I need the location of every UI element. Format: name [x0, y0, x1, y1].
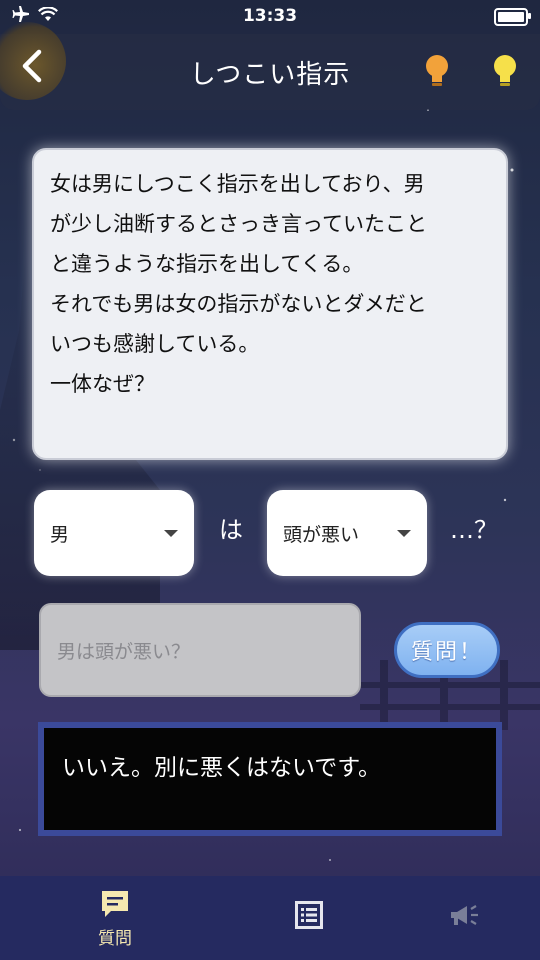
header: しつこい指示 [0, 22, 540, 110]
battery-icon [494, 8, 531, 26]
question-line: 女は男にしつこく指示を出しており、男 [50, 172, 425, 196]
dropdown-arrow-icon [397, 529, 411, 537]
tab-announce[interactable] [375, 876, 540, 960]
page-title: しつこい指示 [189, 60, 351, 90]
answer-text: いいえ。別に悪くはないです。 [62, 755, 382, 781]
predicate-select[interactable]: 頭が悪い [267, 490, 427, 576]
subject-select[interactable]: 男 [34, 490, 194, 576]
megaphone-icon [451, 905, 478, 925]
subject-select-value: 男 [50, 523, 70, 546]
composed-question-field: 男は頭が悪い？ [39, 603, 361, 697]
answer-bulb-icon[interactable] [490, 52, 520, 92]
tab-list[interactable] [219, 876, 399, 960]
answer-box: いいえ。別に悪くはないです。 [38, 722, 502, 836]
tab-bar: 質問 [0, 876, 540, 960]
speech-bubble-icon [102, 891, 128, 917]
predicate-select-value: 頭が悪い [283, 523, 360, 546]
status-bar: 13:33 [0, 0, 540, 34]
composed-question-text: 男は頭が悪い？ [57, 640, 191, 663]
question-line: いつも感謝している。 [50, 332, 260, 356]
question-line: それでも男は女の指示がないとダメだと [50, 292, 427, 316]
suffix-label: …？ [450, 516, 498, 544]
tab-questions-label: 質問 [98, 929, 132, 949]
clock: 13:33 [242, 6, 298, 26]
dropdown-arrow-icon [164, 529, 178, 537]
question-line: と違うような指示を出してくる。 [50, 252, 364, 276]
battery-level [498, 12, 524, 22]
question-line: 一体なぜ？ [50, 372, 155, 396]
question-card: 女は男にしつこく指示を出しており、男 が少し油断するとさっき言っていたこと と違… [32, 148, 508, 460]
tab-questions[interactable]: 質問 [25, 876, 205, 960]
hint-bulb-icon[interactable] [422, 52, 452, 92]
ask-button[interactable]: 質問！ [394, 622, 500, 678]
particle-label: は [219, 516, 243, 544]
list-icon [295, 901, 323, 929]
question-line: が少し油断するとさっき言っていたこと [50, 212, 427, 236]
